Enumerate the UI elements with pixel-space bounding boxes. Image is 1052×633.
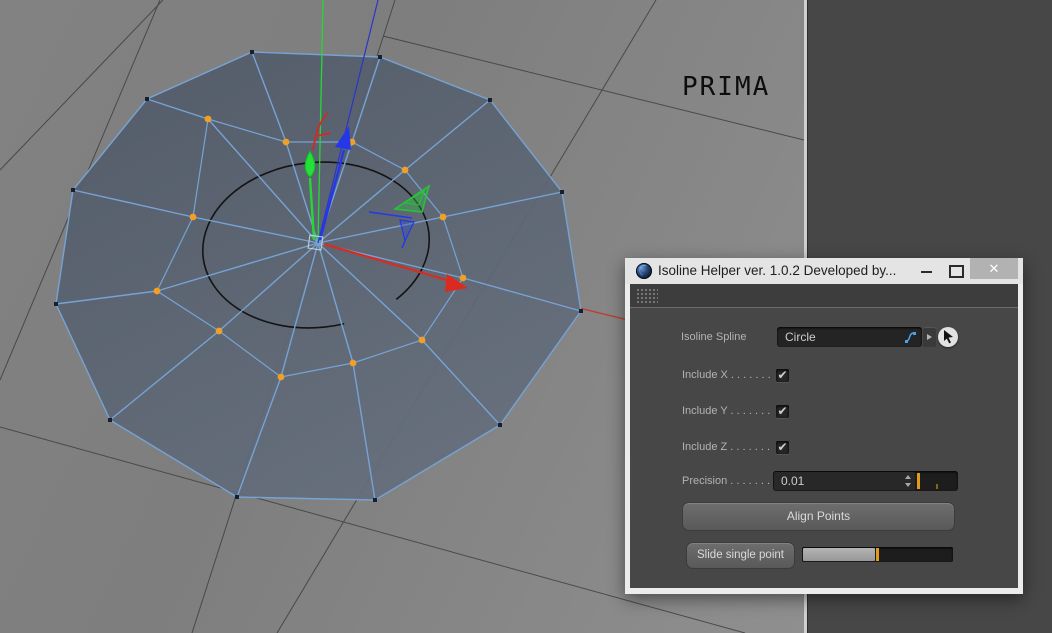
close-button[interactable]: ✕ xyxy=(970,258,1018,279)
include-y-label: Include Y . . . . . . . xyxy=(682,405,771,417)
isoline-spline-label: Isoline Spline xyxy=(681,331,747,343)
precision-value: 0.01 xyxy=(781,474,805,488)
precision-input[interactable]: 0.01 xyxy=(774,472,915,490)
dialog-toolbar-strip xyxy=(630,284,1018,308)
include-z-checkbox[interactable]: ✔ xyxy=(776,441,789,454)
include-x-checkbox[interactable]: ✔ xyxy=(776,369,789,382)
precision-slider-handle[interactable] xyxy=(917,473,920,489)
cursor-arrow-icon xyxy=(944,330,953,344)
dialog-titlebar[interactable]: Isoline Helper ver. 1.0.2 Developed by..… xyxy=(625,258,1023,284)
viewport-text-label: PRIMA xyxy=(682,72,771,102)
include-y-checkbox[interactable]: ✔ xyxy=(776,405,789,418)
pick-object-button[interactable] xyxy=(938,327,958,347)
precision-slider-tick xyxy=(936,484,938,489)
isoline-spline-field[interactable]: Circle xyxy=(777,327,922,347)
slide-point-slider-handle[interactable] xyxy=(876,548,879,561)
include-z-label: Include Z . . . . . . . xyxy=(682,441,771,453)
slide-single-point-button[interactable]: Slide single point xyxy=(686,542,795,569)
isoline-spline-value: Circle xyxy=(785,330,816,344)
dialog-title: Isoline Helper ver. 1.0.2 Developed by..… xyxy=(658,263,897,278)
isoline-helper-dialog: Isoline Helper ver. 1.0.2 Developed by..… xyxy=(625,258,1023,594)
precision-slider[interactable]: 0.01 xyxy=(773,471,958,491)
grip-handle-icon[interactable] xyxy=(636,288,658,303)
spline-icon xyxy=(905,332,916,343)
slide-point-slider-fill xyxy=(803,548,875,561)
maximize-button[interactable] xyxy=(949,265,964,278)
minimize-button[interactable] xyxy=(921,271,932,273)
polygon-disc-mesh[interactable] xyxy=(54,50,583,502)
slide-point-slider[interactable] xyxy=(802,547,953,562)
include-x-label: Include X . . . . . . . xyxy=(682,369,771,381)
app-icon xyxy=(636,263,652,279)
spline-dropdown-arrow-button[interactable] xyxy=(923,327,936,347)
align-points-button[interactable]: Align Points xyxy=(682,502,955,531)
precision-label: Precision . . . . . . . xyxy=(682,475,771,487)
spinner-icon[interactable] xyxy=(904,474,913,488)
